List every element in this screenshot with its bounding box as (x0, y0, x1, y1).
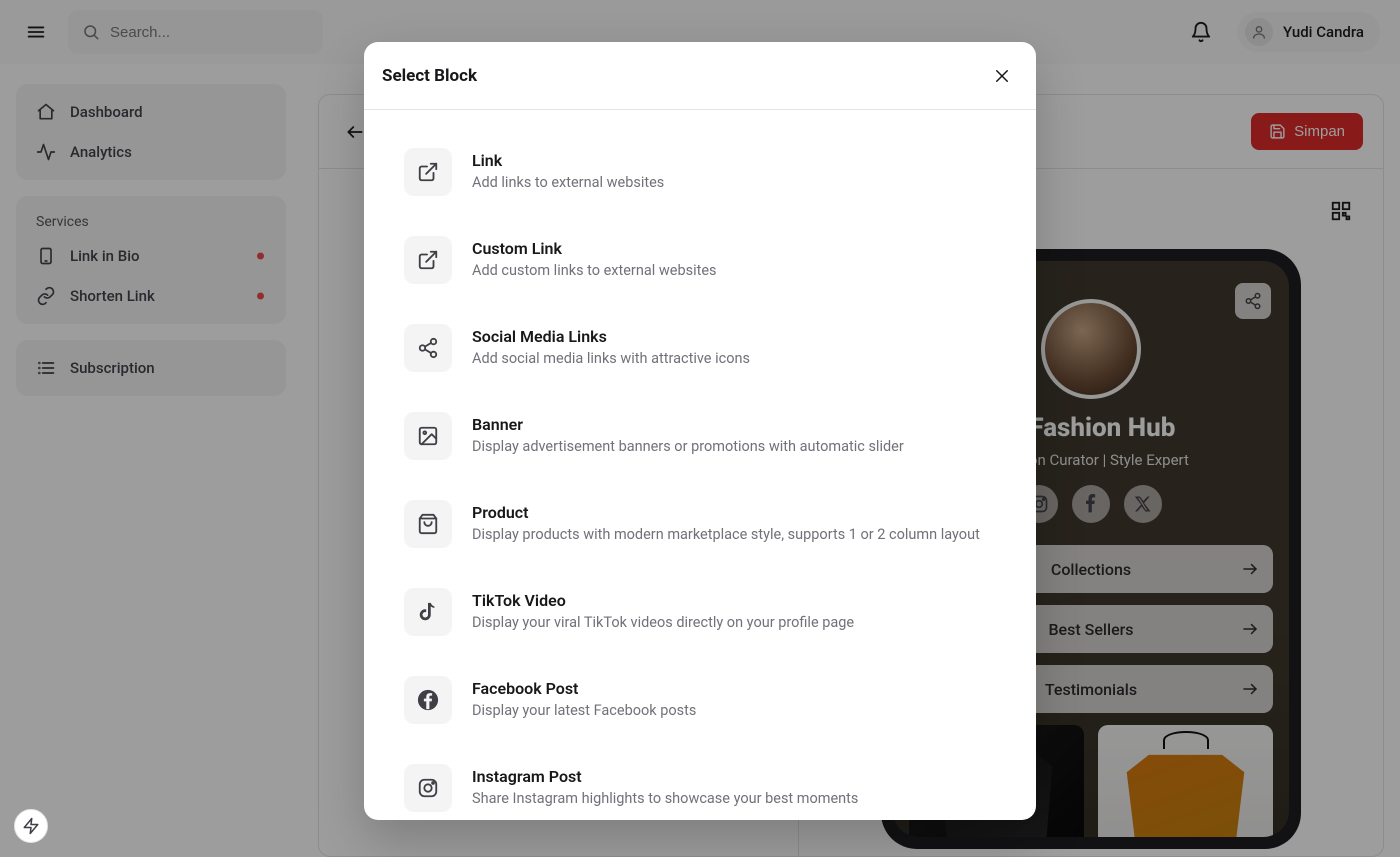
image-icon (417, 425, 439, 447)
block-option-desc: Add social media links with attractive i… (472, 349, 750, 369)
block-option-desc: Display your latest Facebook posts (472, 701, 696, 721)
block-option-title: TikTok Video (472, 591, 854, 610)
close-icon (993, 67, 1011, 85)
block-option-desc: Add links to external websites (472, 173, 664, 193)
block-option-title: Social Media Links (472, 327, 750, 346)
bolt-icon (22, 817, 40, 835)
modal-close-button[interactable] (986, 60, 1018, 92)
quick-action-button[interactable] (14, 809, 48, 843)
block-option-title: Link (472, 151, 664, 170)
block-option-title: Custom Link (472, 239, 717, 258)
block-option-desc: Add custom links to external websites (472, 261, 717, 281)
tiktok-icon (417, 601, 439, 623)
block-option-title: Banner (472, 415, 904, 434)
shopping-bag-icon (417, 513, 439, 535)
block-option-banner[interactable]: Banner Display advertisement banners or p… (404, 392, 1016, 480)
block-option-desc: Display advertisement banners or promoti… (472, 437, 904, 457)
block-option-product[interactable]: Product Display products with modern mark… (404, 480, 1016, 568)
block-option-desc: Display your viral TikTok videos directl… (472, 613, 854, 633)
block-option-title: Facebook Post (472, 679, 696, 698)
block-option-custom-link[interactable]: Custom Link Add custom links to external … (404, 216, 1016, 304)
instagram-icon (417, 777, 439, 799)
block-option-instagram[interactable]: Instagram Post Share Instagram highlights… (404, 744, 1016, 820)
block-option-desc: Share Instagram highlights to showcase y… (472, 789, 858, 809)
external-link-icon (417, 161, 439, 183)
share-icon (417, 337, 439, 359)
block-option-facebook[interactable]: Facebook Post Display your latest Faceboo… (404, 656, 1016, 744)
block-option-title: Product (472, 503, 980, 522)
external-link-icon (417, 249, 439, 271)
block-option-title: Instagram Post (472, 767, 858, 786)
block-option-tiktok[interactable]: TikTok Video Display your viral TikTok vi… (404, 568, 1016, 656)
block-option-social-media[interactable]: Social Media Links Add social media links… (404, 304, 1016, 392)
block-option-link[interactable]: Link Add links to external websites (404, 128, 1016, 216)
block-option-desc: Display products with modern marketplace… (472, 525, 980, 545)
facebook-icon (417, 689, 439, 711)
modal-title: Select Block (382, 66, 477, 86)
select-block-modal: Select Block Link Add links to external w… (364, 42, 1036, 820)
